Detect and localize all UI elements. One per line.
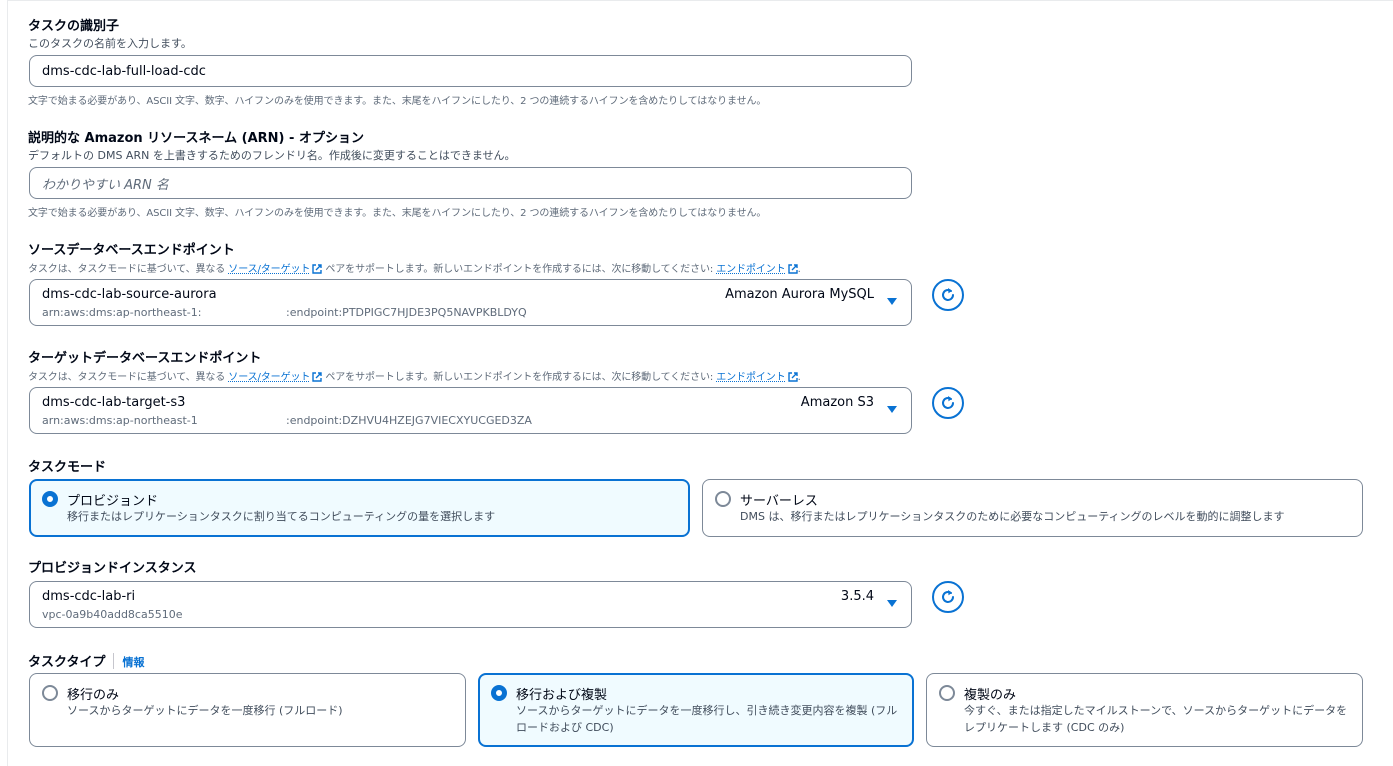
radio-serverless[interactable] [715, 491, 731, 507]
source-endpoint-arn-prefix: arn:aws:dms:ap-northeast-1: [42, 306, 202, 319]
external-link-icon [312, 264, 322, 274]
target-endpoint-description: タスクは、タスクモードに基づいて、異なる ソース/ターゲット ペアをサポートしま… [28, 368, 801, 383]
caret-down-icon [887, 600, 897, 607]
task-identifier-description: このタスクの名前を入力します。 [28, 37, 192, 50]
task-mode-provisioned-tile[interactable]: プロビジョンド 移行またはレプリケーションタスクに割り当てるコンピューティングの… [29, 479, 690, 537]
provisioned-instance-vpc: vpc-0a9b40add8ca5510e [42, 608, 183, 621]
endpoints-link[interactable]: エンドポイント [716, 264, 785, 275]
info-separator [113, 653, 115, 669]
task-type-migrate-replicate-tile[interactable]: 移行および複製 ソースからターゲットにデータを一度移行し、引き続き変更内容を複製… [478, 673, 914, 747]
radio-replicate-only[interactable] [939, 685, 955, 701]
task-mode-provisioned-description: 移行またはレプリケーションタスクに割り当てるコンピューティングの量を選択します [67, 510, 496, 523]
task-type-label: タスクタイプ [28, 655, 106, 670]
refresh-instance-button[interactable] [932, 581, 964, 613]
task-type-migrate-replicate-title: 移行および複製 [516, 688, 608, 703]
arn-name-description: デフォルトの DMS ARN を上書きするためのフレンドリ名。作成後に変更するこ… [28, 149, 516, 162]
task-mode-serverless-description: DMS は、移行またはレプリケーションタスクのために必要なコンピューティングのレ… [740, 510, 1285, 523]
source-endpoint-desc-middle: ペアをサポートします。新しいエンドポイントを作成するには、次に移動してください: [325, 264, 714, 275]
target-endpoint-desc-text: タスクは、タスクモードに基づいて、異なる [28, 372, 226, 383]
source-endpoint-desc-text: タスクは、タスクモードに基づいて、異なる [28, 264, 226, 275]
target-endpoint-desc-suffix: . [797, 372, 801, 383]
task-mode-label: タスクモード [28, 460, 107, 475]
arn-name-input[interactable]: わかりやすい ARN 名 [29, 167, 912, 199]
target-endpoint-desc-middle: ペアをサポートします。新しいエンドポイントを作成するには、次に移動してください: [325, 372, 714, 383]
refresh-target-button[interactable] [932, 387, 964, 419]
external-link-icon [787, 264, 798, 274]
task-type-replicate-only-description: 今すぐ、または指定したマイルストーンで、ソースからターゲットにデータをレプリケー… [964, 704, 1348, 734]
refresh-source-button[interactable] [932, 279, 964, 311]
radio-provisioned[interactable] [42, 491, 58, 507]
task-type-migrate-only-description: ソースからターゲットにデータを一度移行 (フルロード) [67, 704, 343, 717]
caret-down-icon [887, 298, 897, 305]
endpoints-link[interactable]: エンドポイント [716, 372, 785, 383]
refresh-icon [942, 288, 954, 301]
source-endpoint-selected-name: dms-cdc-lab-source-aurora [42, 287, 217, 302]
target-endpoint-engine: Amazon S3 [800, 395, 874, 410]
target-endpoint-arn-suffix: :endpoint:DZHVU4HZEJG7VIECXYUCGED3ZA [286, 414, 532, 427]
task-type-replicate-only-title: 複製のみ [964, 688, 1017, 703]
source-target-link[interactable]: ソース/ターゲット [228, 264, 310, 275]
source-endpoint-description: タスクは、タスクモードに基づいて、異なる ソース/ターゲット ペアをサポートしま… [28, 260, 801, 275]
arn-name-placeholder: わかりやすい ARN 名 [42, 177, 169, 193]
provisioned-instance-selected-name: dms-cdc-lab-ri [42, 589, 136, 604]
task-type-migrate-replicate-description: ソースからターゲットにデータを一度移行し、引き続き変更内容を複製 (フルロードお… [516, 704, 898, 734]
task-type-migrate-only-title: 移行のみ [67, 688, 120, 703]
target-endpoint-select[interactable]: dms-cdc-lab-target-s3 Amazon S3 arn:aws:… [29, 387, 912, 434]
external-link-icon [787, 372, 798, 382]
task-mode-provisioned-title: プロビジョンド [67, 494, 159, 509]
external-link-icon [312, 372, 322, 382]
source-target-link[interactable]: ソース/ターゲット [228, 372, 310, 383]
task-identifier-hint: 文字で始まる必要があり、ASCII 文字、数字、ハイフンのみを使用できます。また… [28, 96, 767, 107]
caret-down-icon [887, 406, 897, 413]
target-endpoint-label: ターゲットデータベースエンドポイント [28, 351, 262, 366]
source-endpoint-desc-suffix: . [797, 264, 801, 275]
source-endpoint-label: ソースデータベースエンドポイント [28, 243, 235, 258]
radio-migrate-only[interactable] [42, 685, 58, 701]
task-identifier-label: タスクの識別子 [28, 19, 120, 34]
refresh-icon [942, 590, 954, 603]
provisioned-instance-version: 3.5.4 [840, 589, 874, 604]
task-settings-panel: タスクの識別子 このタスクの名前を入力します。 dms-cdc-lab-full… [7, 0, 1393, 766]
task-type-header: タスクタイプ 情報 [28, 651, 144, 670]
task-identifier-input[interactable]: dms-cdc-lab-full-load-cdc [29, 55, 912, 87]
target-endpoint-arn-prefix: arn:aws:dms:ap-northeast-1 [42, 414, 198, 427]
radio-migrate-replicate[interactable] [491, 685, 507, 701]
task-mode-serverless-title: サーバーレス [740, 494, 818, 509]
source-endpoint-arn-suffix: :endpoint:PTDPIGC7HJDE3PQ5NAVPKBLDYQ [286, 306, 527, 319]
provisioned-instance-select[interactable]: dms-cdc-lab-ri 3.5.4 vpc-0a9b40add8ca551… [29, 581, 912, 628]
refresh-icon [942, 396, 954, 409]
task-mode-serverless-tile[interactable]: サーバーレス DMS は、移行またはレプリケーションタスクのために必要なコンピュ… [702, 479, 1363, 537]
task-type-info-link[interactable]: 情報 [122, 656, 144, 669]
arn-name-hint: 文字で始まる必要があり、ASCII 文字、数字、ハイフンのみを使用できます。また… [28, 208, 767, 219]
arn-name-label: 説明的な Amazon リソースネーム (ARN) - オプション [28, 131, 364, 146]
source-endpoint-engine: Amazon Aurora MySQL [725, 287, 874, 302]
target-endpoint-selected-name: dms-cdc-lab-target-s3 [42, 395, 186, 410]
provisioned-instance-label: プロビジョンドインスタンス [28, 561, 197, 576]
task-type-migrate-only-tile[interactable]: 移行のみ ソースからターゲットにデータを一度移行 (フルロード) [29, 673, 466, 747]
source-endpoint-select[interactable]: dms-cdc-lab-source-aurora Amazon Aurora … [29, 279, 912, 326]
task-type-replicate-only-tile[interactable]: 複製のみ 今すぐ、または指定したマイルストーンで、ソースからターゲットにデータを… [926, 673, 1363, 747]
task-identifier-value: dms-cdc-lab-full-load-cdc [42, 63, 206, 79]
